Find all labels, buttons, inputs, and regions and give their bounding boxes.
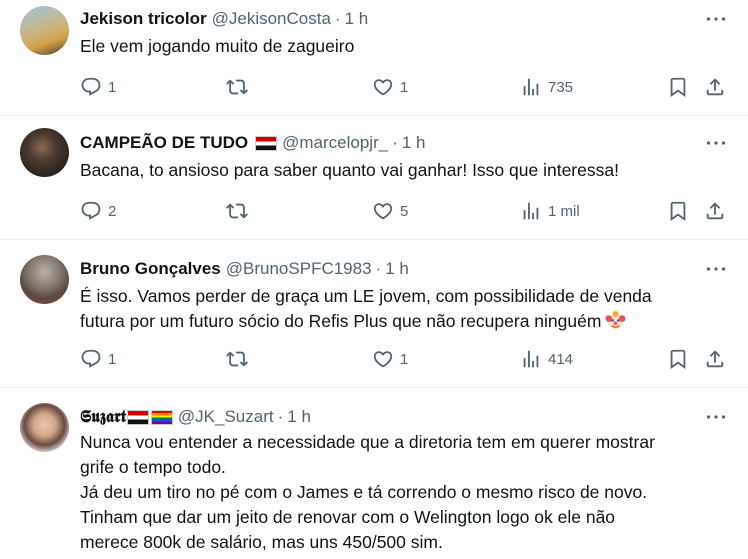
- views-chart-icon: [523, 202, 539, 220]
- repost-icon: [226, 203, 248, 219]
- flag-icon: [255, 135, 278, 151]
- display-name[interactable]: CAMPEÃO DE TUDO: [80, 133, 248, 153]
- avatar[interactable]: [20, 403, 69, 452]
- bookmark-button[interactable]: [667, 199, 689, 223]
- timestamp[interactable]: 1 h: [345, 9, 369, 29]
- separator-dot: ·: [277, 407, 284, 426]
- separator-dot: ·: [392, 133, 398, 152]
- repost-button[interactable]: [226, 75, 248, 99]
- views-button[interactable]: 1 mil: [520, 199, 580, 223]
- view-count: 414: [548, 350, 574, 368]
- share-icon: [706, 350, 724, 368]
- share-icon: [706, 202, 724, 220]
- avatar[interactable]: [20, 6, 69, 55]
- like-button[interactable]: 1: [372, 75, 408, 99]
- clown-emoji-icon: [605, 310, 626, 331]
- share-button[interactable]: [704, 199, 726, 223]
- repost-button[interactable]: [226, 347, 248, 371]
- views-chart-icon: [523, 78, 539, 96]
- reply-icon: [81, 201, 101, 220]
- tweet-header: CAMPEÃO DE TUDO @marcelopjr_ · 1 h: [80, 132, 426, 154]
- heart-icon: [373, 79, 393, 96]
- tweet-text-line: grife o tempo todo.: [80, 457, 226, 477]
- like-count: 1: [400, 350, 409, 368]
- avatar[interactable]: [20, 128, 69, 177]
- bookmark-icon: [670, 349, 686, 370]
- avatar[interactable]: [20, 255, 69, 304]
- more-options-icon[interactable]: [704, 259, 728, 279]
- timestamp[interactable]: 1 h: [385, 259, 409, 279]
- heart-icon: [373, 351, 393, 368]
- display-name[interactable]: 𝕾𝖚𝖟𝖆𝖗𝖙: [80, 407, 126, 427]
- tweet-feed: Jekison tricolor @JekisonCosta · 1 h Ele…: [0, 0, 748, 559]
- like-button[interactable]: 1: [372, 347, 408, 371]
- share-button[interactable]: [704, 75, 726, 99]
- tweet-text-line: É isso. Vamos perder de graça um LE jove…: [80, 286, 652, 306]
- more-options-icon[interactable]: [704, 407, 728, 427]
- tweet-text-line: Ele vem jogando muito de zagueiro: [80, 36, 355, 56]
- reply-icon: [81, 349, 101, 368]
- repost-button[interactable]: [226, 199, 248, 223]
- tweet-text: Nunca vou entender a necessidade que a d…: [80, 430, 655, 555]
- separator-dot: ·: [375, 259, 382, 278]
- reply-button[interactable]: 2: [80, 199, 116, 223]
- reply-count: 1: [108, 78, 117, 96]
- display-name[interactable]: Bruno Gonçalves: [80, 259, 221, 279]
- tweet-text-line: Já deu um tiro no pé com o James e tá co…: [80, 482, 648, 502]
- views-button[interactable]: 735: [520, 75, 573, 99]
- reply-button[interactable]: 1: [80, 347, 116, 371]
- tweet-text: Ele vem jogando muito de zagueiro: [80, 34, 354, 59]
- tweet[interactable]: 𝕾𝖚𝖟𝖆𝖗𝖙 @JK_Suzart · 1 h Nunca vou entend…: [0, 388, 748, 559]
- repost-icon: [226, 351, 248, 367]
- heart-icon: [373, 203, 393, 220]
- timestamp[interactable]: 1 h: [402, 133, 426, 153]
- action-bar: 2 5 1 mil: [80, 199, 732, 223]
- share-icon: [706, 78, 724, 96]
- tweet-text-line: Bacana, to ansioso para saber quanto vai…: [80, 160, 619, 180]
- bookmark-button[interactable]: [667, 347, 689, 371]
- action-bar: 1 1 414: [80, 347, 732, 371]
- reply-button[interactable]: 1: [80, 75, 116, 99]
- tweet-text-line: Tinham que dar um jeito de renovar com o…: [80, 507, 616, 527]
- like-count: 1: [400, 78, 409, 96]
- bookmark-icon: [670, 77, 686, 98]
- share-button[interactable]: [704, 347, 726, 371]
- tweet-header: Jekison tricolor @JekisonCosta · 1 h: [80, 8, 368, 30]
- repost-icon: [226, 79, 248, 95]
- action-bar: 1 1 735: [80, 75, 732, 99]
- view-count: 1 mil: [548, 202, 580, 220]
- views-button[interactable]: 414: [520, 347, 573, 371]
- reply-count: 1: [108, 350, 117, 368]
- tweet-text-line: futura por um futuro sócio do Refis Plus…: [80, 309, 652, 334]
- more-options-icon[interactable]: [704, 133, 728, 153]
- tweet-text: É isso. Vamos perder de graça um LE jove…: [80, 284, 652, 334]
- tweet[interactable]: Bruno Gonçalves @BrunoSPFC1983 · 1 h É i…: [0, 240, 748, 388]
- tweet[interactable]: Jekison tricolor @JekisonCosta · 1 h Ele…: [0, 0, 748, 116]
- tweet[interactable]: CAMPEÃO DE TUDO @marcelopjr_ · 1 h Bacan…: [0, 116, 748, 240]
- separator-dot: ·: [334, 9, 341, 28]
- display-name[interactable]: Jekison tricolor: [80, 9, 207, 29]
- bookmark-icon: [670, 201, 686, 222]
- timestamp[interactable]: 1 h: [287, 407, 311, 427]
- tweet-text: Bacana, to ansioso para saber quanto vai…: [80, 158, 619, 183]
- tweet-text-span: futura por um futuro sócio do Refis Plus…: [80, 311, 602, 331]
- user-handle[interactable]: @marcelopjr_: [282, 133, 388, 153]
- views-chart-icon: [523, 350, 539, 368]
- like-count: 5: [400, 202, 409, 220]
- view-count: 735: [548, 78, 574, 96]
- rainbow-flag-icon: [150, 409, 173, 425]
- reply-icon: [81, 77, 101, 96]
- tweet-header: Bruno Gonçalves @BrunoSPFC1983 · 1 h: [80, 258, 409, 280]
- bookmark-button[interactable]: [667, 75, 689, 99]
- user-handle[interactable]: @BrunoSPFC1983: [226, 259, 372, 279]
- tweet-text-line: Nunca vou entender a necessidade que a d…: [80, 432, 655, 452]
- tweet-text-line: merece 800k de salário, mas uns 450/500 …: [80, 532, 443, 552]
- flag-icon: [126, 409, 149, 425]
- user-handle[interactable]: @JK_Suzart: [178, 407, 274, 427]
- more-options-icon[interactable]: [704, 9, 728, 29]
- reply-count: 2: [108, 202, 117, 220]
- user-handle[interactable]: @JekisonCosta: [212, 9, 331, 29]
- like-button[interactable]: 5: [372, 199, 408, 223]
- tweet-header: 𝕾𝖚𝖟𝖆𝖗𝖙 @JK_Suzart · 1 h: [80, 406, 311, 428]
